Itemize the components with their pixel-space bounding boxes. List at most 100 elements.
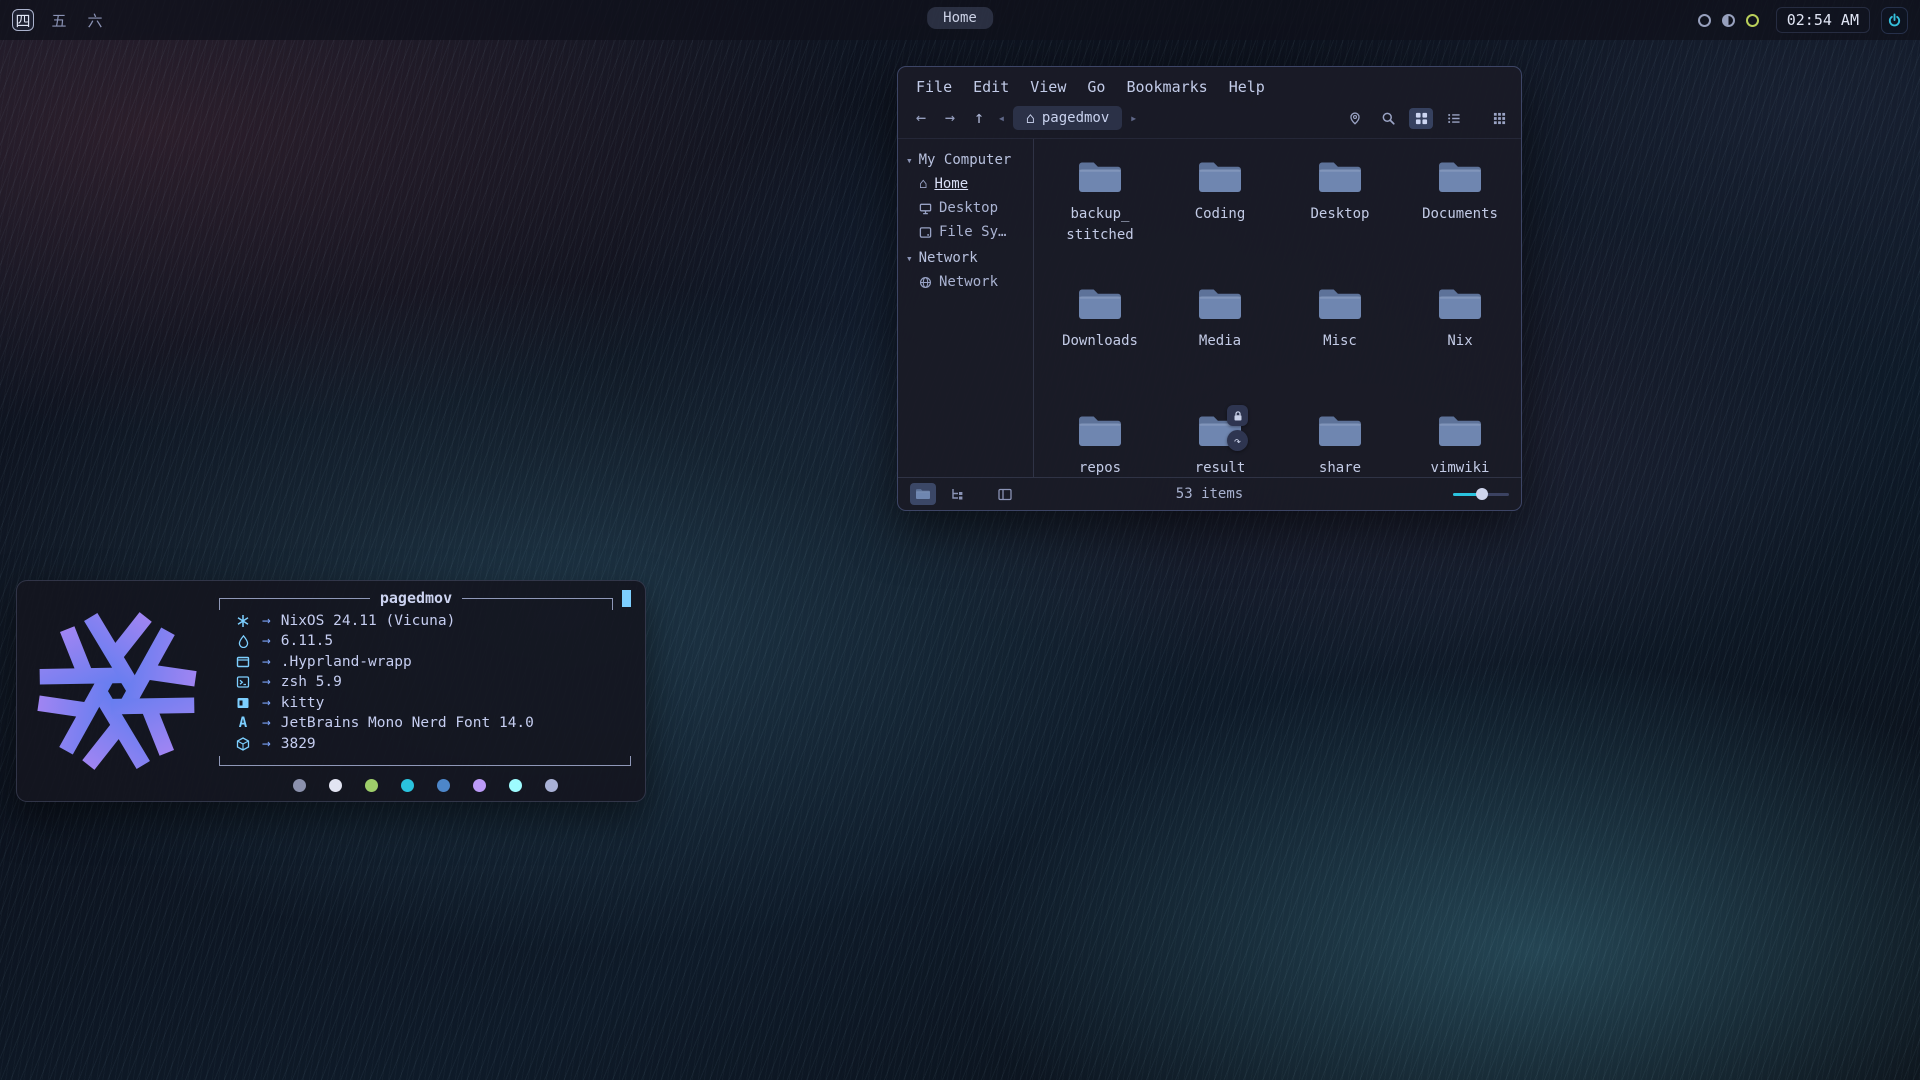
folder-name: share — [1319, 458, 1361, 479]
workspace-switcher: 四 五 六 — [12, 9, 106, 31]
drive-icon — [919, 226, 932, 239]
color-palette — [219, 779, 631, 792]
arrow-icon: → — [262, 613, 271, 629]
zoom-slider[interactable] — [1453, 487, 1509, 501]
sidebar-section-my-computer[interactable]: ▾ My Computer — [906, 152, 1033, 168]
icon-view-toggle-button[interactable] — [910, 483, 936, 505]
nixos-logo — [29, 605, 205, 777]
menu-bookmarks[interactable]: Bookmarks — [1126, 78, 1207, 96]
arrow-icon: → — [262, 674, 271, 690]
fetch-row-font: A → JetBrains Mono Nerd Font 14.0 — [219, 713, 631, 734]
forward-button[interactable]: → — [939, 108, 961, 128]
palette-dot — [293, 779, 306, 792]
sidebar-item-label: Network — [939, 274, 998, 290]
folder-item-desktop[interactable]: Desktop — [1283, 147, 1397, 274]
folder-icon — [1076, 411, 1124, 451]
compact-view-icon — [1493, 112, 1506, 125]
folder-name: Media — [1199, 331, 1241, 352]
menu-file[interactable]: File — [916, 78, 952, 96]
menu-go[interactable]: Go — [1087, 78, 1105, 96]
home-icon: ⌂ — [1026, 109, 1035, 127]
folder-name: Nix — [1447, 331, 1472, 352]
palette-dot — [545, 779, 558, 792]
path-scroll-left-icon[interactable]: ◀ — [997, 114, 1006, 123]
search-icon — [1381, 111, 1396, 126]
breadcrumb[interactable]: ⌂ pagedmov — [1013, 106, 1122, 130]
slider-knob[interactable] — [1476, 488, 1488, 500]
chevron-down-icon: ▾ — [906, 154, 913, 167]
workspace-5[interactable]: 五 — [48, 9, 70, 31]
box-corner — [606, 598, 613, 610]
sidebar-item-network[interactable]: Network — [919, 274, 1033, 290]
folder-item-misc[interactable]: Misc — [1283, 274, 1397, 401]
file-manager-window: File Edit View Go Bookmarks Help ← → ↑ ◀… — [897, 66, 1522, 511]
location-pin-button[interactable] — [1343, 108, 1367, 129]
folder-icon — [1316, 157, 1364, 197]
file-manager-body: ▾ My Computer ⌂ Home Desktop File Sy… — [898, 139, 1521, 477]
menu-bar: File Edit View Go Bookmarks Help — [898, 67, 1521, 101]
sidebar-item-home[interactable]: ⌂ Home — [919, 176, 1033, 192]
folder-item-media[interactable]: Media — [1163, 274, 1277, 401]
side-pane-toggle-button[interactable] — [992, 483, 1018, 505]
folder-grid: backup_ stitched Coding Desktop Document… — [1034, 139, 1521, 477]
terminal-icon — [234, 696, 252, 710]
sidebar-item-label: Home — [934, 176, 968, 192]
folder-name: Coding — [1195, 204, 1246, 225]
sidebar-item-file-system[interactable]: File Sy… — [919, 224, 1033, 240]
folder-name: result — [1195, 458, 1246, 479]
power-icon — [1887, 13, 1902, 28]
grid-view-icon — [1415, 112, 1428, 125]
folder-item-nix[interactable]: Nix — [1403, 274, 1517, 401]
folder-icon — [1076, 284, 1124, 324]
palette-dot — [329, 779, 342, 792]
folder-item-documents[interactable]: Documents — [1403, 147, 1517, 274]
palette-dot — [365, 779, 378, 792]
circle-indicator[interactable] — [1698, 14, 1711, 27]
folder-item-downloads[interactable]: Downloads — [1043, 274, 1157, 401]
path-scroll-right-icon[interactable]: ▶ — [1129, 114, 1138, 123]
arrow-icon: → — [262, 695, 271, 711]
workspace-6[interactable]: 六 — [84, 9, 106, 31]
search-button[interactable] — [1376, 108, 1400, 129]
folder-item-backup-stitched[interactable]: backup_ stitched — [1043, 147, 1157, 274]
fetch-row-shell: → zsh 5.9 — [219, 672, 631, 693]
terminal-window: pagedmov → NixOS 24.11 (Vicuna) → 6.11.5… — [16, 580, 646, 802]
sidebar-section-network[interactable]: ▾ Network — [906, 250, 1033, 266]
folder-name: Downloads — [1062, 331, 1138, 352]
workspace-4[interactable]: 四 — [12, 9, 34, 31]
fetch-row-packages: → 3829 — [219, 733, 631, 754]
active-window-title[interactable]: Home — [927, 7, 993, 29]
fetch-value-terminal: kitty — [281, 695, 325, 711]
grid-view-button[interactable] — [1409, 108, 1433, 129]
list-view-icon — [1447, 112, 1461, 125]
menu-view[interactable]: View — [1030, 78, 1066, 96]
shell-prompt-icon — [234, 675, 252, 689]
top-bar-right: 02:54 AM — [1698, 7, 1908, 34]
compact-view-button[interactable] — [1487, 108, 1511, 129]
tree-view-toggle-button[interactable] — [944, 483, 970, 505]
fetch-value-os: NixOS 24.11 (Vicuna) — [281, 613, 456, 629]
folder-icon: ↷ — [1196, 411, 1244, 451]
folder-icon — [1076, 157, 1124, 197]
list-view-button[interactable] — [1442, 108, 1466, 129]
folder-item-coding[interactable]: Coding — [1163, 147, 1277, 274]
arrow-icon: → — [262, 736, 271, 752]
power-button[interactable] — [1881, 7, 1908, 34]
box-corner — [219, 598, 226, 610]
green-circle-indicator[interactable] — [1746, 14, 1759, 27]
sidebar-item-label: File Sy… — [939, 224, 1006, 240]
fetch-row-kernel: → 6.11.5 — [219, 631, 631, 652]
back-button[interactable]: ← — [910, 108, 932, 128]
menu-edit[interactable]: Edit — [973, 78, 1009, 96]
folder-icon — [1196, 284, 1244, 324]
menu-help[interactable]: Help — [1229, 78, 1265, 96]
arrow-icon: → — [262, 633, 271, 649]
palette-dot — [509, 779, 522, 792]
sidebar-item-desktop[interactable]: Desktop — [919, 200, 1033, 216]
monitor-icon — [919, 202, 932, 215]
folder-icon — [1196, 157, 1244, 197]
toolbar: ← → ↑ ◀ ⌂ pagedmov ▶ — [898, 101, 1521, 139]
arrow-icon: → — [262, 654, 271, 670]
up-button[interactable]: ↑ — [968, 108, 990, 128]
half-circle-indicator[interactable] — [1722, 14, 1735, 27]
